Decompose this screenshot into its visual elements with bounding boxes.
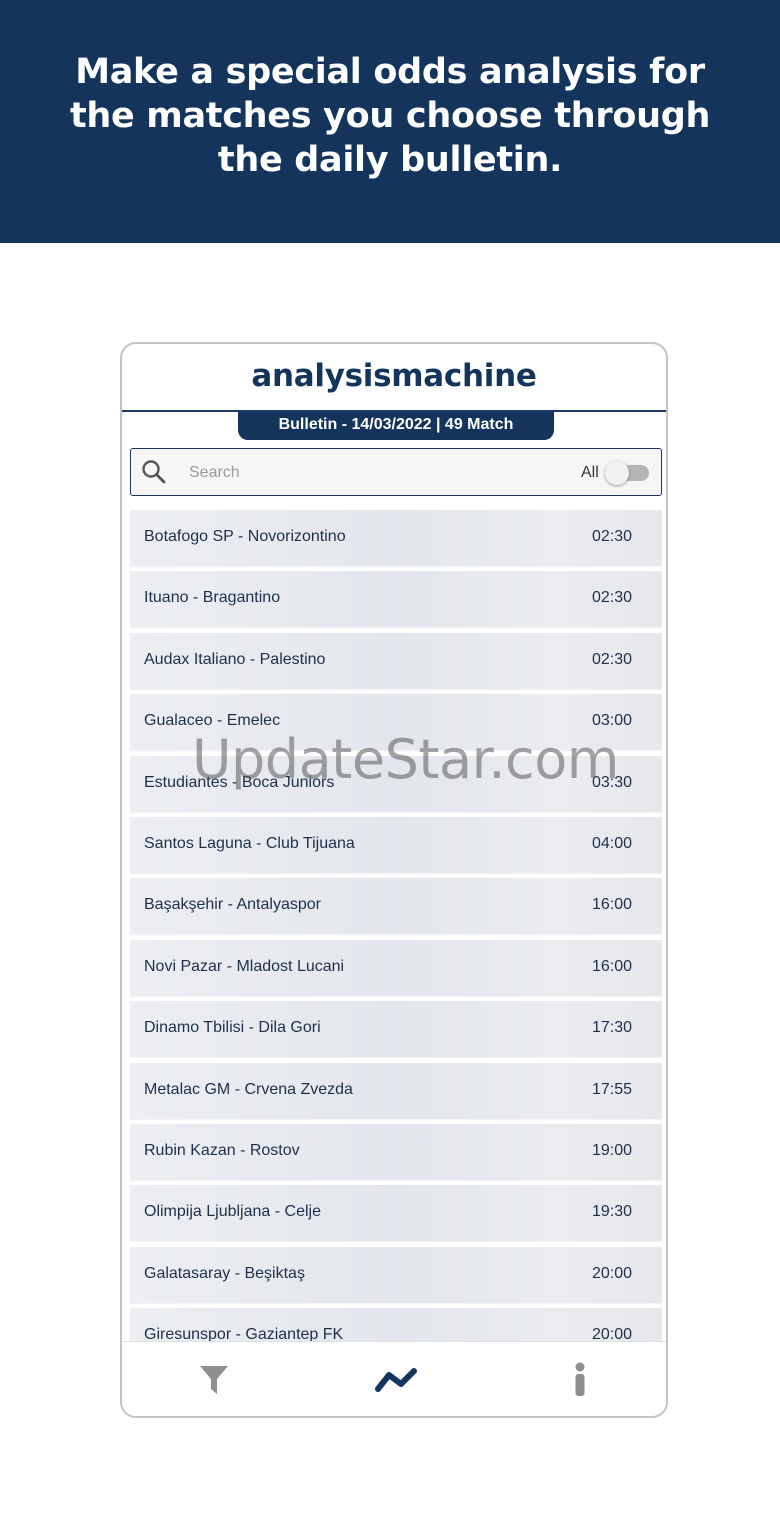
match-row[interactable]: Rubin Kazan - Rostov 19:00 [130, 1123, 662, 1180]
match-list[interactable]: Botafogo SP - Novorizontino 02:30 Ituano… [130, 510, 662, 1344]
match-name: Galatasaray - Beşiktaş [144, 1264, 305, 1282]
match-name: Santos Laguna - Club Tijuana [144, 834, 355, 852]
match-name: Gualaceo - Emelec [144, 712, 281, 730]
all-toggle[interactable] [605, 461, 649, 485]
info-icon [575, 1362, 585, 1396]
bottom-nav [122, 1341, 666, 1416]
filter-icon [200, 1366, 228, 1394]
match-name: Olimpija Ljubljana - Celje [144, 1203, 321, 1221]
promo-banner: Make a special odds analysis for the mat… [0, 0, 780, 243]
match-row[interactable]: Gualaceo - Emelec 03:00 [130, 694, 662, 751]
search-icon [142, 460, 166, 484]
match-name: Novi Pazar - Mladost Lucani [144, 957, 345, 975]
match-time: 17:30 [591, 1019, 632, 1037]
promo-text: Make a special odds analysis for the mat… [69, 52, 711, 180]
match-row[interactable]: Estudiantes - Boca Juniors 03:30 [130, 755, 662, 812]
match-name: Estudiantes - Boca Juniors [144, 773, 335, 791]
chart-line-icon [375, 1368, 417, 1392]
match-row[interactable]: Metalac GM - Crvena Zvezda 17:55 [130, 1062, 662, 1119]
match-name: Audax Italiano - Palestino [144, 650, 326, 668]
nav-info-button[interactable] [556, 1358, 604, 1402]
match-time: 02:30 [591, 589, 632, 607]
match-name: Ituano - Bragantino [144, 589, 281, 607]
match-row[interactable]: Santos Laguna - Club Tijuana 04:00 [130, 816, 662, 873]
match-time: 04:00 [591, 834, 632, 852]
match-row[interactable]: Giresunspor - Gaziantep FK 20:00 [130, 1308, 662, 1344]
match-time: 02:30 [591, 650, 632, 668]
match-time: 02:30 [591, 528, 632, 545]
match-name: Rubin Kazan - Rostov [144, 1141, 300, 1159]
match-row[interactable]: Başakşehir - Antalyaspor 16:00 [130, 878, 662, 935]
match-row[interactable]: Audax Italiano - Palestino 02:30 [130, 632, 662, 689]
match-time: 16:00 [591, 957, 632, 975]
match-time: 19:30 [591, 1203, 632, 1221]
match-time: 17:55 [591, 1080, 632, 1098]
app-header: analysismachine [122, 344, 666, 412]
match-name: Botafogo SP - Novorizontino [144, 528, 346, 545]
bulletin-label: Bulletin - 14/03/2022 | 49 Match [238, 412, 554, 440]
match-time: 19:00 [591, 1141, 632, 1159]
match-row[interactable]: Ituano - Bragantino 02:30 [130, 571, 662, 628]
match-row[interactable]: Galatasaray - Beşiktaş 20:00 [130, 1246, 662, 1303]
match-name: Metalac GM - Crvena Zvezda [144, 1080, 353, 1098]
search-bar: All [130, 448, 662, 496]
toggle-thumb [605, 461, 629, 485]
match-row[interactable]: Botafogo SP - Novorizontino 02:30 [130, 510, 662, 566]
match-row[interactable]: Dinamo Tbilisi - Dila Gori 17:30 [130, 1001, 662, 1058]
match-time: 03:00 [591, 712, 632, 730]
nav-filter-button[interactable] [190, 1358, 238, 1402]
match-row[interactable]: Novi Pazar - Mladost Lucani 16:00 [130, 939, 662, 996]
match-time: 16:00 [591, 896, 632, 914]
app-title: analysismachine [251, 358, 537, 394]
search-input[interactable] [187, 460, 511, 486]
app-screen: analysismachine Bulletin - 14/03/2022 | … [120, 342, 668, 1418]
match-time: 03:30 [591, 773, 632, 791]
match-name: Dinamo Tbilisi - Dila Gori [144, 1019, 321, 1037]
match-time: 20:00 [591, 1264, 632, 1282]
nav-analysis-button[interactable] [372, 1358, 420, 1402]
match-row[interactable]: Olimpija Ljubljana - Celje 19:30 [130, 1185, 662, 1242]
match-name: Başakşehir - Antalyaspor [144, 896, 321, 914]
all-toggle-label: All [581, 464, 599, 481]
